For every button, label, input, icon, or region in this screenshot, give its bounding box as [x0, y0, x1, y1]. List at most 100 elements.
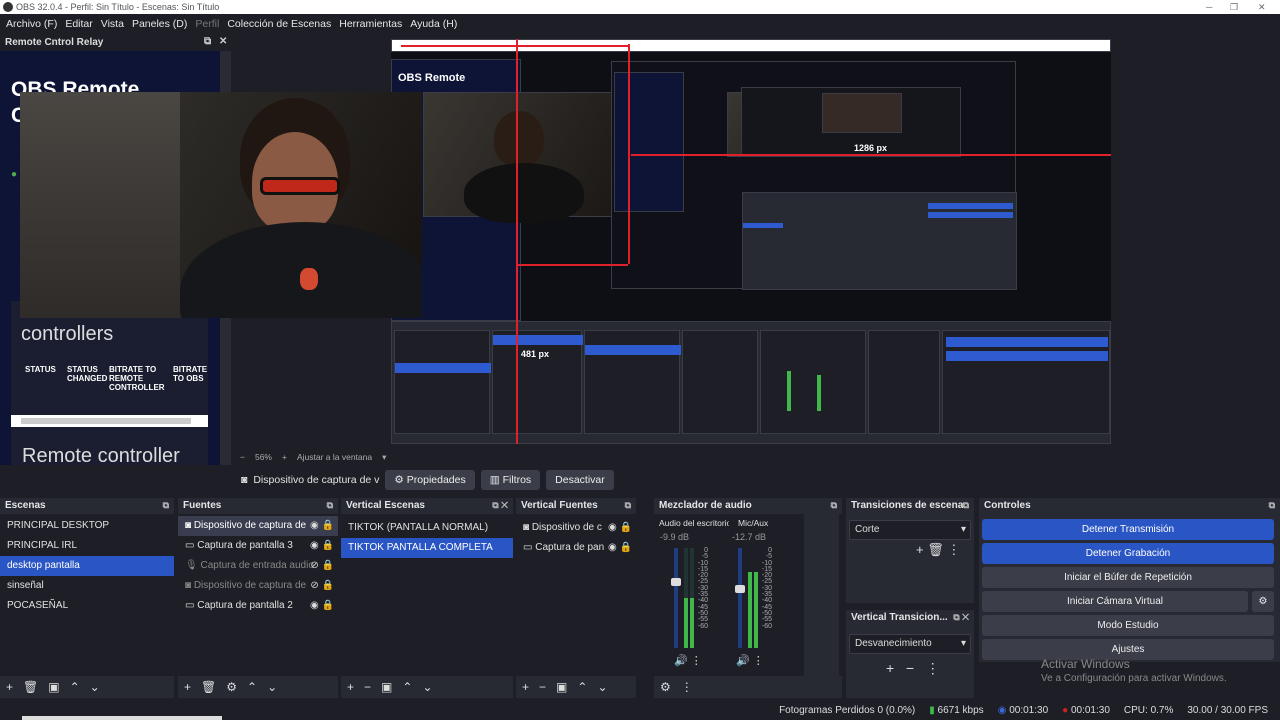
eye-off-lock-icon[interactable]: ⊘ 🔒	[310, 576, 334, 596]
shirt-badge	[300, 268, 318, 290]
source-label: Dispositivo de captura de	[193, 520, 307, 531]
program-canvas[interactable]: OBS Remote 1286 px 481 px 518 px	[391, 39, 1111, 444]
vtransition-actions[interactable]: + − ⋮	[886, 660, 940, 677]
replay-buffer-button[interactable]: Iniciar el Búfer de Repetición	[982, 567, 1274, 588]
filters-button[interactable]: ▥ Filtros	[480, 470, 541, 490]
deactivate-button[interactable]: Desactivar	[546, 470, 614, 490]
menu-ayuda[interactable]: Ayuda (H)	[406, 18, 461, 30]
scene-item-selected[interactable]: desktop pantalla	[0, 556, 174, 576]
guide-line-v1	[516, 39, 518, 444]
remove-icon[interactable]: −	[364, 680, 371, 694]
down-icon[interactable]: ⌄	[90, 680, 100, 694]
vsource-item[interactable]: ◙ Dispositivo de c ◉ 🔒	[516, 518, 636, 538]
up-icon[interactable]: ⌃	[402, 680, 412, 694]
menu-vista[interactable]: Vista	[97, 18, 128, 30]
relay-dock-title: Remote Cntrol Relay	[5, 37, 104, 48]
volume-fader[interactable]	[671, 578, 681, 586]
properties-button[interactable]: ⚙ Propiedades	[385, 470, 475, 490]
dock-menu-icon[interactable]: ⧉	[831, 500, 837, 511]
mixer-header: Mezclador de audio ⧉	[654, 498, 842, 514]
gear-icon[interactable]: ⚙	[226, 680, 237, 694]
remove-icon[interactable]: −	[539, 680, 546, 694]
source-item[interactable]: ◙ Dispositivo de captura de ⊘ 🔒	[178, 576, 338, 596]
add-icon[interactable]: +	[6, 680, 13, 694]
eye-lock-icon[interactable]: ◉ 🔒	[608, 518, 632, 538]
volume-fader[interactable]	[735, 585, 745, 593]
add-icon[interactable]: +	[347, 680, 354, 694]
fader-track[interactable]	[738, 548, 742, 648]
scene-item[interactable]: PRINCIPAL IRL	[0, 536, 174, 556]
filter-icon[interactable]: ▣	[381, 680, 392, 694]
transition-actions[interactable]: + 🗑 ⋮	[916, 542, 960, 558]
gear-icon[interactable]: ⚙	[660, 680, 671, 694]
down-icon[interactable]: ⌄	[422, 680, 432, 694]
dock-menu-icon[interactable]: ⧉	[1269, 500, 1275, 511]
zoom-dropdown-icon[interactable]: ▾	[382, 452, 386, 463]
menu-perfil[interactable]: Perfil	[191, 18, 223, 30]
menu-paneles[interactable]: Paneles (D)	[128, 18, 191, 30]
menu-herramientas[interactable]: Herramientas	[335, 18, 406, 30]
horizontal-scrollbar[interactable]	[11, 415, 208, 427]
add-icon[interactable]: +	[184, 680, 191, 694]
eye-lock-icon[interactable]: ◉ 🔒	[310, 536, 334, 556]
audio-mixer-dock: Mezclador de audio ⧉ Audio del escritorio…	[654, 498, 842, 698]
speaker-icon[interactable]: 🔊 ⋮	[736, 654, 764, 667]
source-item[interactable]: 🎙 Captura de entrada audio ⊘ 🔒	[178, 556, 338, 576]
source-item[interactable]: ▭ Captura de pantalla 2 ◉ 🔒	[178, 596, 338, 616]
close-icon[interactable]: ✕	[1258, 0, 1266, 14]
vsource-item[interactable]: ▭ Captura de pan ◉ 🔒	[516, 538, 636, 558]
add-icon[interactable]: +	[522, 680, 529, 694]
up-icon[interactable]: ⌃	[577, 680, 587, 694]
menu-archivo[interactable]: Archivo (F)	[2, 18, 61, 30]
zoom-in-button[interactable]: +	[282, 452, 287, 462]
scene-item[interactable]: PRINCIPAL DESKTOP	[0, 516, 174, 536]
down-icon[interactable]: ⌄	[267, 680, 277, 694]
sources-dock: Fuentes ⧉ ◙ Dispositivo de captura de ◉ 🔒 …	[178, 498, 338, 698]
dock-menu-icon[interactable]: ⧉ ✕	[492, 500, 508, 511]
sources-toolbar: + 🗑 ⚙ ⌃ ⌄	[178, 676, 338, 698]
menu-editar[interactable]: Editar	[61, 18, 96, 30]
menu-coleccion[interactable]: Colección de Escenas	[223, 18, 335, 30]
vtransition-select[interactable]: Desvanecimiento ▾	[849, 634, 971, 654]
transition-select[interactable]: Corte ▾	[849, 520, 971, 540]
bottom-scroll[interactable]	[22, 716, 222, 720]
trash-icon[interactable]: 🗑	[23, 680, 38, 694]
dock-menu-icon[interactable]: ⧉	[625, 500, 631, 511]
dock-menu-icon[interactable]: ⧉	[963, 500, 969, 511]
dock-menu-icon[interactable]: ⧉	[163, 500, 169, 511]
minimize-icon[interactable]: ─	[1206, 0, 1212, 14]
maximize-icon[interactable]: ❐	[1230, 0, 1238, 14]
fader-track[interactable]	[674, 548, 678, 648]
scene-item[interactable]: POCASEÑAL	[0, 596, 174, 616]
eye-lock-icon[interactable]: ◉ 🔒	[310, 516, 334, 536]
studio-mode-button[interactable]: Modo Estudio	[982, 615, 1274, 636]
zoom-out-button[interactable]: −	[240, 452, 245, 462]
virtual-camera-button[interactable]: Iniciar Cámara Virtual	[982, 591, 1248, 612]
trash-icon[interactable]: 🗑	[201, 680, 216, 694]
dock-menu-icon[interactable]: ⧉	[327, 500, 333, 511]
close-dock-icon[interactable]: ✕	[219, 36, 227, 47]
float-icon[interactable]: ⧉	[204, 36, 211, 47]
filter-icon[interactable]: ▣	[48, 680, 59, 694]
eye-lock-icon[interactable]: ◉ 🔒	[608, 538, 632, 558]
dock-menu-icon[interactable]: ⧉ ✕	[953, 612, 969, 623]
up-icon[interactable]: ⌃	[70, 680, 80, 694]
eye-lock-icon[interactable]: ◉ 🔒	[310, 596, 334, 616]
speaker-icon[interactable]: 🔊 ⋮	[674, 654, 702, 667]
vscene-item[interactable]: TIKTOK (PANTALLA NORMAL)	[341, 518, 513, 538]
down-icon[interactable]: ⌄	[597, 680, 607, 694]
up-icon[interactable]: ⌃	[247, 680, 257, 694]
stop-streaming-button[interactable]: Detener Transmisión	[982, 519, 1274, 540]
eye-off-lock-icon[interactable]: ⊘ 🔒	[310, 556, 334, 576]
webcam-source[interactable]	[20, 92, 422, 318]
scene-item[interactable]: sinseñal	[0, 576, 174, 596]
more-icon[interactable]: ⋮	[681, 680, 693, 694]
stop-recording-button[interactable]: Detener Grabación	[982, 543, 1274, 564]
filter-icon[interactable]: ▣	[556, 680, 567, 694]
virtual-camera-settings-icon[interactable]: ⚙	[1252, 591, 1274, 612]
fit-window-button[interactable]: Ajustar a la ventana	[297, 452, 372, 462]
source-item[interactable]: ◙ Dispositivo de captura de ◉ 🔒	[178, 516, 338, 536]
controls-dock: Controles ⧉ Detener Transmisión Detener G…	[979, 498, 1280, 662]
source-item[interactable]: ▭ Captura de pantalla 3 ◉ 🔒	[178, 536, 338, 556]
vscene-item-selected[interactable]: TIKTOK PANTALLA COMPLETA	[341, 538, 513, 558]
